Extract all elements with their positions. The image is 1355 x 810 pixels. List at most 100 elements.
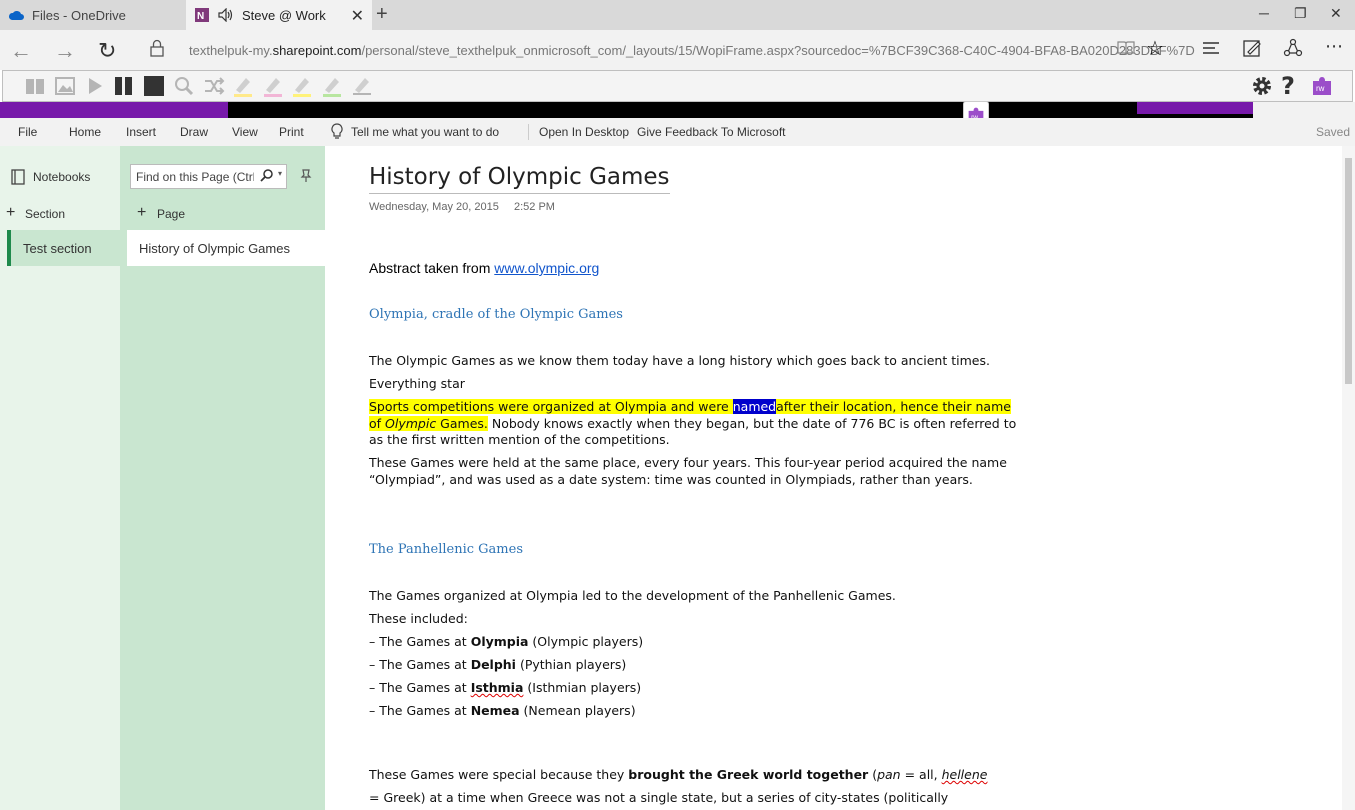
new-tab-icon[interactable]: + [376,3,388,26]
close-window-icon[interactable]: ✕ [1330,5,1342,22]
search-icon[interactable] [260,168,274,185]
highlighted-text: Games. [436,416,488,431]
add-page-button[interactable]: Page [157,207,185,221]
stop-icon[interactable] [143,75,165,97]
page-date: Wednesday, May 20, 2015 [369,201,499,213]
italic-text: hellene [941,767,988,782]
reading-view-icon[interactable] [1116,38,1136,63]
heading-panhellenic: The Panhellenic Games [369,542,524,557]
page-tab-active[interactable]: History of Olympic Games [127,230,325,266]
menu-view[interactable]: View [232,125,258,139]
notebooks-button[interactable]: Notebooks [33,170,90,184]
list-suffix: (Nemean players) [519,703,636,718]
dictionary-icon[interactable] [24,75,46,97]
translate-icon[interactable] [203,75,225,97]
pages-pane: Find on this Page (Ctrl+F) ▾ + Page Hist… [120,146,325,810]
add-section-button[interactable]: Section [25,207,65,221]
refresh-icon[interactable]: ↻ [98,38,116,64]
screenshot-reader-icon[interactable] [173,75,195,97]
address-bar[interactable]: texthelpuk-my.sharepoint.com/personal/st… [189,43,1195,58]
add-page-icon[interactable]: + [137,204,146,222]
menu-file[interactable]: File [18,125,37,139]
page-title[interactable]: History of Olympic Games [369,164,670,194]
abstract-text: Abstract taken from [369,260,495,276]
add-section-icon[interactable]: + [6,204,15,222]
list-place: Delphi [470,657,516,672]
svg-text:N: N [197,11,204,22]
read-write-puzzle-icon[interactable]: rw [1311,75,1333,97]
menu-print[interactable]: Print [279,125,304,139]
menu-draw[interactable]: Draw [180,125,208,139]
clear-highlights-icon[interactable] [351,75,373,97]
highlighter-green-icon[interactable] [291,75,313,97]
page-search-input[interactable]: Find on this Page (Ctrl+F) ▾ [130,164,287,189]
header-brand-area [0,102,228,118]
open-in-desktop-button[interactable]: Open In Desktop [539,125,629,139]
give-feedback-button[interactable]: Give Feedback To Microsoft [637,125,786,139]
paragraph-line: These included: [369,611,468,626]
highlighter-yellow-icon[interactable] [232,75,254,97]
heading-olympia: Olympia, cradle of the Olympic Games [369,307,623,322]
header-gap [1253,102,1355,118]
tab-label: Steve @ Work [242,7,326,23]
highlighter-blue-icon[interactable] [321,75,343,97]
url-prefix: texthelpuk-my. [189,43,273,58]
page-tab-label: History of Olympic Games [139,241,290,256]
tab-onedrive[interactable]: Files - OneDrive [0,0,186,30]
play-icon[interactable] [84,75,106,97]
restore-icon[interactable]: ❐ [1294,5,1307,22]
lightbulb-icon [330,123,344,143]
onenote-header-strip [0,102,1355,118]
ribbon-menu: File Home Insert Draw View Print Tell me… [0,118,1355,146]
list-place: Nemea [470,703,520,718]
tell-me-search[interactable]: Tell me what you want to do [351,125,499,139]
hub-icon[interactable] [1201,38,1221,63]
picture-dictionary-icon[interactable] [54,75,76,97]
section-label: Test section [23,241,92,256]
list-prefix: – The Games at [369,657,471,672]
highlighter-pink-icon[interactable] [262,75,284,97]
list-prefix: – The Games at [369,680,471,695]
paragraph-text: These Games were special because they [369,767,629,782]
paragraph-line: “Olympiad”, and was used as a date syste… [369,472,973,487]
browser-tab-strip: Files - OneDrive N Steve @ Work ✕ + ─ ❐ … [0,0,1355,30]
selected-word[interactable]: named [732,399,777,414]
pin-icon[interactable] [300,169,312,188]
highlighted-paragraph-line: Sports competitions were organized at Ol… [369,399,1011,414]
paragraph-line: Everything star [369,376,465,391]
paragraph-text: = all, [900,767,942,782]
back-icon[interactable]: ← [10,38,32,64]
list-item: – The Games at Nemea (Nemean players) [369,703,636,718]
scrollbar-thumb[interactable] [1345,158,1352,384]
paragraph-line: as the first written mention of the comp… [369,432,670,447]
close-tab-icon[interactable]: ✕ [351,6,364,26]
section-tab-active[interactable]: Test section [7,230,120,266]
search-dropdown-icon[interactable]: ▾ [278,169,282,178]
olympic-link[interactable]: www.olympic.org [494,260,599,276]
pause-icon[interactable] [113,75,135,97]
search-placeholder: Find on this Page (Ctrl+F) [136,170,254,184]
share-icon[interactable] [1283,38,1303,63]
paragraph-text: ( [868,767,878,782]
favorite-star-icon[interactable]: ☆ [1146,36,1164,61]
paragraph-line: The Games organized at Olympia led to th… [369,588,896,603]
list-item: – The Games at Delphi (Pythian players) [369,657,626,672]
minimize-icon[interactable]: ─ [1259,5,1269,21]
web-note-icon[interactable] [1242,38,1262,63]
bold-text: brought the Greek world together [628,767,869,782]
tab-onenote[interactable]: N Steve @ Work ✕ [186,0,372,30]
help-question-icon[interactable]: ? [1281,72,1303,100]
menu-home[interactable]: Home [69,125,101,139]
list-suffix: (Pythian players) [515,657,627,672]
settings-gear-icon[interactable] [1251,75,1273,97]
menu-insert[interactable]: Insert [126,125,156,139]
forward-icon[interactable]: → [54,38,76,64]
paragraph-text: Nobody knows exactly when they began, bu… [487,416,1017,431]
ribbon-divider [528,124,529,140]
url-domain: sharepoint.com [272,43,362,58]
notebooks-icon[interactable] [11,169,25,188]
paragraph-line: These Games were held at the same place,… [369,455,1007,470]
more-icon[interactable]: ⋯ [1325,36,1343,57]
onedrive-cloud-icon [8,7,24,23]
vertical-scrollbar[interactable] [1342,146,1355,810]
